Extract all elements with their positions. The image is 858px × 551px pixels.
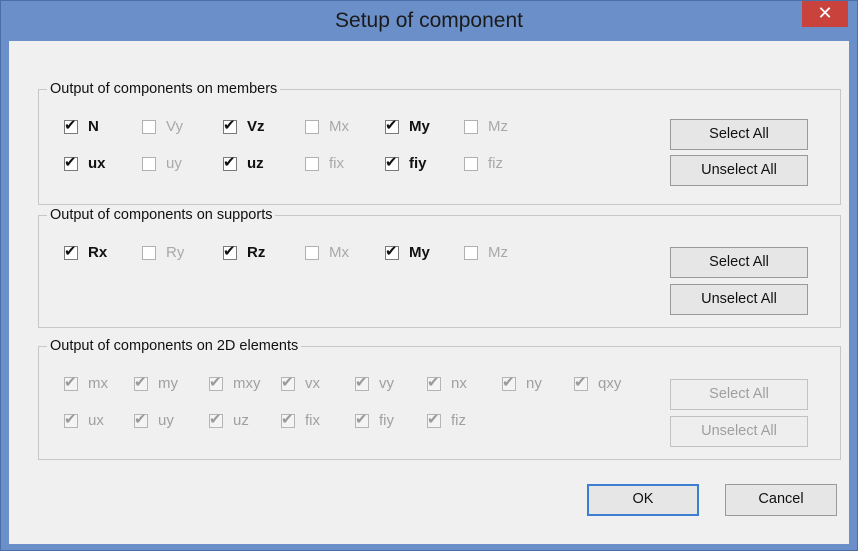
check-icon: [64, 410, 78, 428]
check-icon: [223, 242, 237, 260]
check-icon: [502, 373, 516, 391]
supports-select-all-button[interactable]: Select All: [670, 247, 808, 278]
checkbox-box: [464, 156, 478, 171]
check-icon: [385, 242, 399, 260]
elements2d-legend: Output of components on 2D elements: [50, 338, 299, 354]
check-icon: [355, 410, 369, 428]
elements2d-checkbox-fix: fix: [281, 410, 320, 429]
supports-legend: Output of components on supports: [50, 207, 273, 223]
check-icon: [64, 373, 78, 391]
checkbox-box: [142, 119, 156, 134]
check-icon: [574, 373, 588, 391]
check-icon: [281, 373, 295, 391]
supports-checkbox-rz[interactable]: Rz: [223, 242, 265, 261]
members-checkbox-fiz[interactable]: fiz: [464, 155, 503, 172]
members-checkbox-mx[interactable]: Mx: [305, 118, 349, 135]
checkbox-box: [464, 245, 478, 260]
elements2d-checkbox-mxy: mxy: [209, 373, 261, 392]
members-checkbox-mz[interactable]: Mz: [464, 118, 508, 135]
check-icon: [64, 242, 78, 260]
elements2d-checkbox-mx: mx: [64, 373, 108, 392]
elements2d-checkbox-uy: uy: [134, 410, 174, 429]
elements2d-checkbox-ny: ny: [502, 373, 542, 392]
check-icon: [134, 410, 148, 428]
supports-checkbox-ry[interactable]: Ry: [142, 244, 184, 261]
elements2d-checkbox-vy: vy: [355, 373, 394, 392]
checkbox-box: [142, 245, 156, 260]
dialog-body: Output of components on members N Vy Vz …: [9, 41, 849, 544]
check-icon: [209, 373, 223, 391]
members-checkbox-n[interactable]: N: [64, 116, 99, 135]
members-legend: Output of components on members: [50, 81, 278, 97]
elements2d-checkbox-my: my: [134, 373, 178, 392]
elements2d-checkbox-nx: nx: [427, 373, 467, 392]
elements2d-checkbox-uz: uz: [209, 410, 249, 429]
check-icon: [427, 373, 441, 391]
check-icon: [64, 153, 78, 171]
checkbox-box: [464, 119, 478, 134]
ok-button[interactable]: OK: [587, 484, 699, 516]
members-checkbox-vy[interactable]: Vy: [142, 118, 183, 135]
dialog-window: Setup of component ✕ Output of component…: [0, 0, 858, 551]
members-checkbox-vz[interactable]: Vz: [223, 116, 265, 135]
check-icon: [134, 373, 148, 391]
check-icon: [64, 116, 78, 134]
supports-checkbox-my[interactable]: My: [385, 242, 430, 261]
elements2d-unselect-all-button: Unselect All: [670, 416, 808, 447]
check-icon: [223, 153, 237, 171]
title-bar[interactable]: Setup of component ✕: [1, 1, 857, 41]
check-icon: [355, 373, 369, 391]
window-title: Setup of component: [335, 9, 523, 32]
checkbox-box: [305, 156, 319, 171]
close-icon: ✕: [817, 3, 833, 23]
elements2d-checkbox-qxy: qxy: [574, 373, 621, 392]
check-icon: [209, 410, 223, 428]
check-icon: [385, 153, 399, 171]
checkbox-box: [305, 119, 319, 134]
check-icon: [223, 116, 237, 134]
members-checkbox-uy[interactable]: uy: [142, 155, 182, 172]
close-button[interactable]: ✕: [802, 1, 848, 27]
checkbox-box: [142, 156, 156, 171]
cancel-button[interactable]: Cancel: [725, 484, 837, 516]
elements2d-checkbox-ux: ux: [64, 410, 104, 429]
members-checkbox-ux[interactable]: ux: [64, 153, 106, 172]
members-select-all-button[interactable]: Select All: [670, 119, 808, 150]
elements2d-checkbox-vx: vx: [281, 373, 320, 392]
members-checkbox-fiy[interactable]: fiy: [385, 153, 427, 172]
supports-unselect-all-button[interactable]: Unselect All: [670, 284, 808, 315]
check-icon: [385, 116, 399, 134]
members-checkbox-fix[interactable]: fix: [305, 155, 344, 172]
check-icon: [281, 410, 295, 428]
supports-checkbox-mz[interactable]: Mz: [464, 244, 508, 261]
elements2d-checkbox-fiz: fiz: [427, 410, 466, 429]
members-checkbox-uz[interactable]: uz: [223, 153, 264, 172]
members-unselect-all-button[interactable]: Unselect All: [670, 155, 808, 186]
elements2d-select-all-button: Select All: [670, 379, 808, 410]
supports-checkbox-rx[interactable]: Rx: [64, 242, 107, 261]
elements2d-checkbox-fiy: fiy: [355, 410, 394, 429]
checkbox-box: [305, 245, 319, 260]
check-icon: [427, 410, 441, 428]
supports-checkbox-mx[interactable]: Mx: [305, 244, 349, 261]
members-checkbox-my[interactable]: My: [385, 116, 430, 135]
